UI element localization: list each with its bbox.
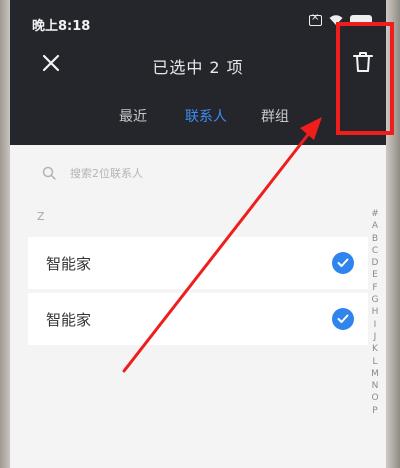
tab-groups[interactable]: 群组 [261,106,289,126]
alpha-index-letter[interactable]: F [368,282,382,294]
device-bezel-left [0,0,10,468]
alpha-index-letter[interactable]: J [368,331,382,343]
search-input[interactable]: 搜索2位联系人 [28,160,368,186]
sim-card-icon [309,12,322,26]
alpha-index-letter[interactable]: B [368,233,382,245]
tab-recent[interactable]: 最近 [119,106,147,126]
alpha-index-letter[interactable]: D [368,257,382,269]
page-title: 已选中 2 项 [152,58,244,77]
tab-contacts[interactable]: 联系人 [185,106,227,126]
search-placeholder: 搜索2位联系人 [70,167,143,180]
contact-name: 智能家 [46,310,92,329]
contact-row[interactable]: 智能家 [28,237,368,289]
alpha-index-letter[interactable]: G [368,294,382,306]
contact-name: 智能家 [46,254,92,273]
alpha-index-letter[interactable]: K [368,343,382,355]
alpha-index-letter[interactable]: H [368,306,382,318]
status-bar: 晚上8:18 [10,0,386,40]
alpha-index-letter[interactable]: L [368,356,382,368]
checkmark-icon[interactable] [332,308,354,330]
alpha-index-letter[interactable]: # [368,208,382,220]
contact-list-area: 搜索2位联系人 Z 智能家 智能家 [10,145,386,468]
search-icon [42,166,56,180]
alpha-index-letter[interactable]: M [368,368,382,380]
section-header: Z [37,210,45,223]
alpha-index-letter[interactable]: N [368,380,382,392]
alpha-index-letter[interactable]: P [368,405,382,417]
header-bar: 晚上8:18 已选中 2 项 最近 联系人 [10,0,386,145]
alpha-index-letter[interactable]: E [368,269,382,281]
annotation-highlight-box [336,22,394,135]
status-time: 晚上8:18 [32,19,91,34]
alpha-index-letter[interactable]: I [368,319,382,331]
alphabet-index[interactable]: # A B C D E F G H I J K L M N O P [368,208,382,417]
alpha-index-letter[interactable]: C [368,245,382,257]
section-header-label: Z [37,210,45,223]
contact-row[interactable]: 智能家 [28,293,368,345]
phone-screen: 晚上8:18 已选中 2 项 最近 联系人 [10,0,386,468]
tab-bar: 最近 联系人 群组 [10,100,386,130]
alpha-index-letter[interactable]: O [368,392,382,404]
checkmark-icon[interactable] [332,252,354,274]
alpha-index-letter[interactable]: A [368,220,382,232]
